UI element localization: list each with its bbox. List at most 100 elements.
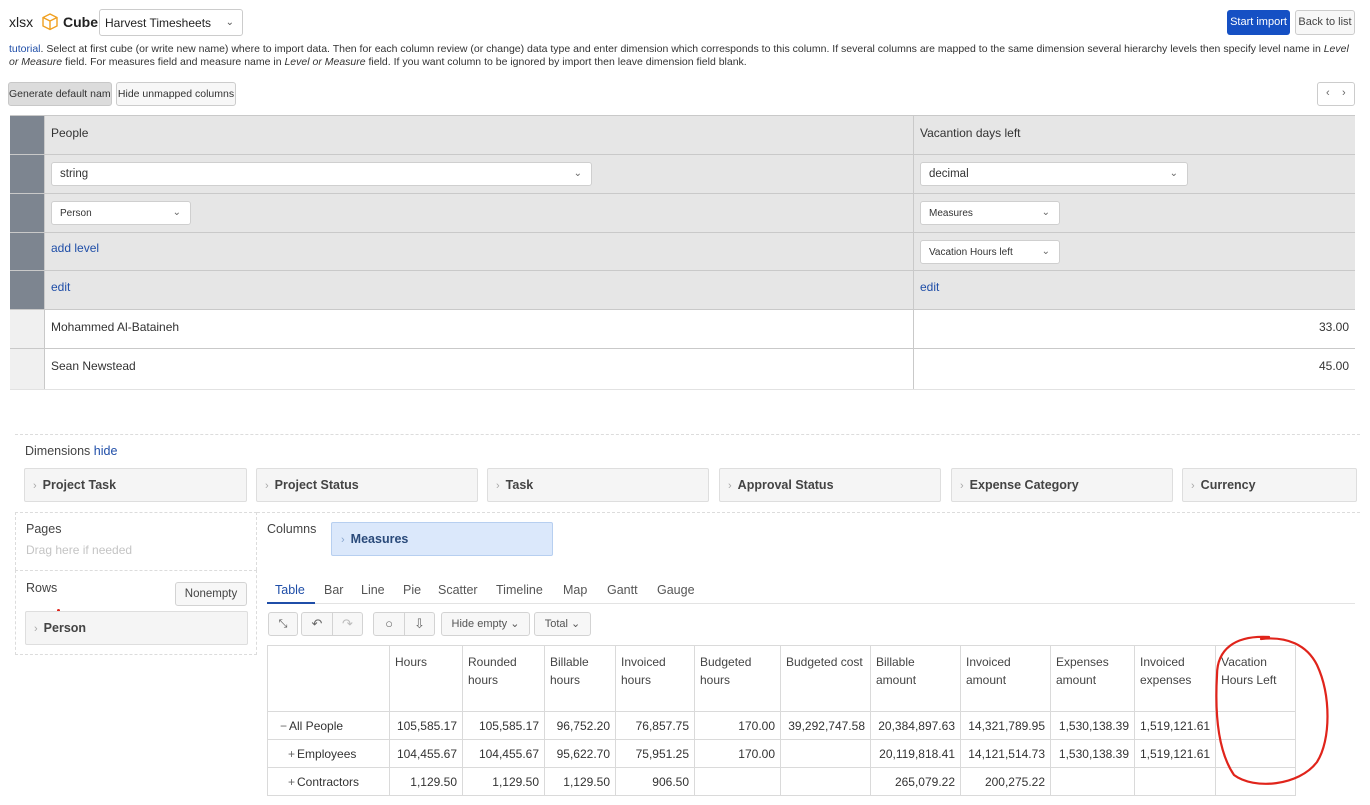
data-cell: 105,585.17 bbox=[462, 711, 545, 740]
tab-table[interactable]: Table bbox=[275, 583, 305, 597]
hide-dimensions-link[interactable]: hide bbox=[94, 444, 118, 458]
data-cell: 76,857.75 bbox=[615, 711, 695, 740]
format-label: xlsx bbox=[9, 14, 34, 30]
dimension-select-people[interactable]: Person ⌄ bbox=[51, 201, 191, 225]
chevron-down-icon: ⌄ bbox=[510, 618, 520, 630]
hide-empty-button[interactable]: Hide empty ⌄ bbox=[441, 612, 530, 636]
data-cell: 1,519,121.61 bbox=[1133, 739, 1217, 768]
tab-timeline[interactable]: Timeline bbox=[496, 583, 543, 597]
column-header[interactable]: Expenses amount bbox=[1050, 645, 1135, 712]
start-import-button[interactable]: Start import bbox=[1227, 10, 1290, 35]
edit-link-people[interactable]: edit bbox=[51, 280, 70, 294]
column-header[interactable]: Budgeted hours bbox=[694, 645, 781, 712]
dimension-chip[interactable]: › Approval Status bbox=[719, 468, 941, 502]
column-name-people: People bbox=[51, 126, 89, 140]
chevron-down-icon: ⌄ bbox=[172, 207, 181, 218]
pages-label: Pages bbox=[26, 522, 62, 536]
add-level-link[interactable]: add level bbox=[51, 241, 99, 255]
column-header[interactable]: Vacation Hours Left bbox=[1215, 645, 1297, 712]
data-type-vacation-value: decimal bbox=[929, 168, 969, 180]
pages-drop-zone[interactable]: Pages Drag here if needed bbox=[15, 512, 257, 570]
columns-drop-zone[interactable]: Columns › Measures bbox=[257, 512, 1360, 570]
data-type-people-value: string bbox=[60, 168, 89, 180]
pages-hint: Drag here if needed bbox=[26, 543, 133, 557]
data-cell bbox=[1215, 711, 1297, 740]
download-icon[interactable]: ⇩ bbox=[404, 613, 434, 635]
import-header: xlsx Cube: Harvest Timesheets ⌄ Start im… bbox=[0, 8, 1370, 38]
expand-icon[interactable]: + bbox=[288, 775, 295, 789]
data-cell bbox=[1133, 767, 1217, 796]
undo-icon[interactable]: ↶ bbox=[302, 613, 332, 635]
generate-default-names-button[interactable]: Generate default names bbox=[8, 82, 112, 106]
tab-line[interactable]: Line bbox=[361, 583, 385, 597]
column-header[interactable]: Invoiced amount bbox=[960, 645, 1051, 712]
dimension-select-vacation[interactable]: Measures ⌄ bbox=[920, 201, 1060, 225]
mapping-row-level: add level Vacation Hours left ⌄ bbox=[10, 232, 1355, 270]
level-select-vacation[interactable]: Vacation Hours left ⌄ bbox=[920, 240, 1060, 264]
cube-label: Cube: bbox=[63, 14, 103, 30]
chevron-right-icon: › bbox=[33, 480, 37, 492]
visualization-tabs: Table Bar Line Pie Scatter Timeline Map … bbox=[267, 580, 1355, 604]
comment-download-group: ○ ⇩ bbox=[373, 612, 435, 636]
tab-pie[interactable]: Pie bbox=[403, 583, 421, 597]
column-header[interactable]: Billable amount bbox=[870, 645, 961, 712]
column-header[interactable]: Hours bbox=[389, 645, 463, 712]
chevron-right-icon: › bbox=[265, 480, 269, 492]
fullscreen-button[interactable]: ⤡ bbox=[268, 612, 298, 636]
dimension-chip[interactable]: › Currency bbox=[1182, 468, 1357, 502]
chevron-right-icon: › bbox=[1191, 480, 1195, 492]
row-header-employees[interactable]: + Employees bbox=[267, 739, 390, 768]
tab-gauge[interactable]: Gauge bbox=[657, 583, 695, 597]
column-header[interactable]: Budgeted cost bbox=[780, 645, 871, 712]
chevron-left-icon[interactable]: ‹ bbox=[1326, 87, 1330, 99]
column-header[interactable]: Billable hours bbox=[544, 645, 616, 712]
chevron-right-icon[interactable]: › bbox=[1342, 87, 1346, 99]
column-header[interactable]: Rounded hours bbox=[462, 645, 545, 712]
comment-icon[interactable]: ○ bbox=[374, 613, 404, 635]
column-header[interactable]: Invoiced expenses bbox=[1133, 645, 1217, 712]
dimension-chip[interactable]: › Project Task bbox=[24, 468, 247, 502]
tutorial-link[interactable]: tutorial bbox=[9, 43, 41, 55]
row-header-all-people[interactable]: − All People bbox=[267, 711, 390, 740]
tab-scatter[interactable]: Scatter bbox=[438, 583, 478, 597]
hide-unmapped-columns-button[interactable]: Hide unmapped columns bbox=[116, 82, 236, 106]
dimension-chip[interactable]: › Task bbox=[487, 468, 709, 502]
person-chip[interactable]: › Person bbox=[25, 611, 248, 645]
data-type-select-vacation[interactable]: decimal ⌄ bbox=[920, 162, 1188, 186]
nonempty-button[interactable]: Nonempty bbox=[175, 582, 247, 606]
dimension-chip[interactable]: › Project Status bbox=[256, 468, 478, 502]
active-tab-indicator bbox=[267, 602, 315, 604]
rows-drop-zone[interactable]: Rows Nonempty › Person bbox=[15, 570, 257, 655]
chevron-down-icon: ⌄ bbox=[1041, 207, 1050, 218]
measures-chip[interactable]: › Measures bbox=[331, 522, 553, 556]
chevron-right-icon: › bbox=[960, 480, 964, 492]
data-cell: 265,079.22 bbox=[870, 767, 961, 796]
data-cell: 45.00 bbox=[1318, 359, 1349, 373]
cube-icon bbox=[42, 13, 58, 31]
collapse-icon[interactable]: − bbox=[280, 719, 287, 733]
chevron-down-icon: ⌄ bbox=[571, 618, 581, 630]
cube-select[interactable]: Harvest Timesheets ⌄ bbox=[99, 9, 243, 36]
table-row: + Employees 104,455.67 104,455.67 95,622.… bbox=[267, 739, 1297, 768]
back-to-list-button[interactable]: Back to list bbox=[1295, 10, 1355, 35]
chevron-down-icon: ⌄ bbox=[225, 17, 234, 28]
data-type-select-people[interactable]: string ⌄ bbox=[51, 162, 592, 186]
data-cell: 20,384,897.63 bbox=[870, 711, 961, 740]
dimension-chip[interactable]: › Expense Category bbox=[951, 468, 1173, 502]
edit-link-vacation[interactable]: edit bbox=[920, 280, 939, 294]
data-cell bbox=[1215, 739, 1297, 768]
column-mapping-grid: People Vacantion days left string ⌄ decim… bbox=[10, 115, 1355, 390]
column-header[interactable]: Invoiced hours bbox=[615, 645, 695, 712]
data-cell bbox=[1050, 767, 1135, 796]
cube-select-value: Harvest Timesheets bbox=[105, 16, 212, 30]
redo-icon[interactable]: ↷ bbox=[332, 613, 362, 635]
tab-map[interactable]: Map bbox=[563, 583, 587, 597]
expand-icon[interactable]: + bbox=[288, 747, 295, 761]
help-part-2: field. For measures field and measure na… bbox=[62, 56, 285, 68]
data-cell: 906.50 bbox=[615, 767, 695, 796]
row-header-contractors[interactable]: + Contractors bbox=[267, 767, 390, 796]
tab-gantt[interactable]: Gantt bbox=[607, 583, 638, 597]
data-cell: 95,622.70 bbox=[544, 739, 616, 768]
total-button[interactable]: Total ⌄ bbox=[534, 612, 591, 636]
tab-bar[interactable]: Bar bbox=[324, 583, 343, 597]
